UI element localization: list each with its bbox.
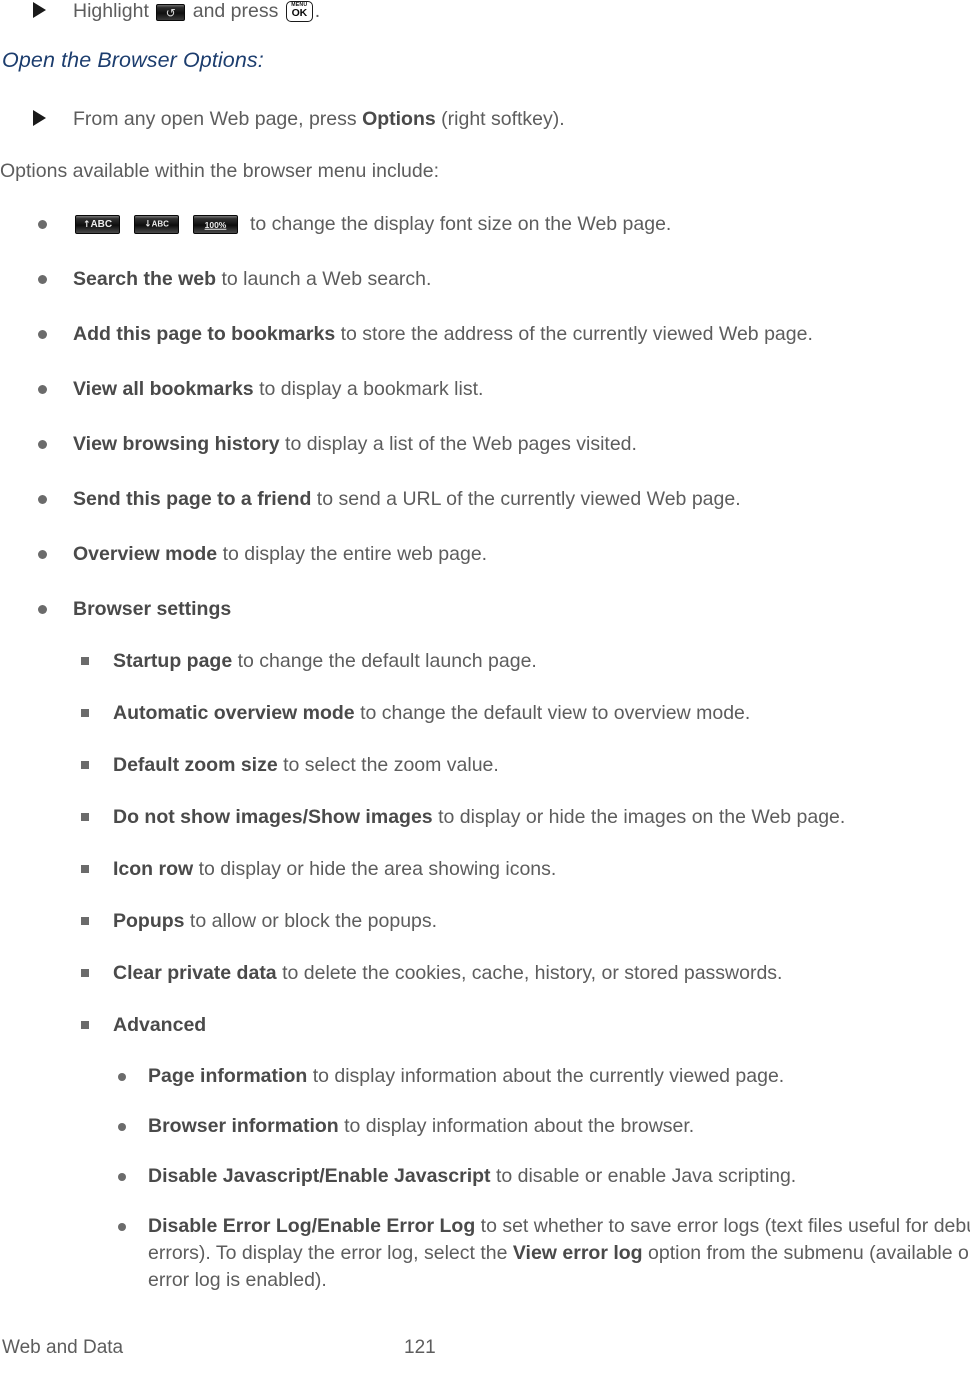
bullet-marker [38, 330, 47, 339]
options-softkey-label: Options [362, 108, 436, 130]
manual-page: Highlight ↺ and press MENU OK . Open the… [0, 0, 970, 1387]
option-description: to store the address of the currently vi… [340, 323, 813, 345]
advanced-label: Disable Javascript/Enable Javascript [148, 1165, 491, 1187]
footer-page-number: 121 [404, 1337, 436, 1358]
setting-label: Clear private data [113, 962, 277, 984]
bullet-marker [38, 220, 47, 229]
bullet-marker [38, 385, 47, 394]
setting-label: Popups [113, 910, 185, 932]
setting-label: Automatic overview mode [113, 702, 355, 724]
setting-description: to delete the cookies, cache, history, o… [282, 962, 783, 984]
footer-section-name: Web and Data [2, 1337, 124, 1358]
bullet-marker [118, 1173, 126, 1181]
setting-popups: Popups to allow or block the popups. [0, 908, 970, 936]
advanced-page-information: Page information to display information … [0, 1063, 970, 1091]
advanced-javascript: Disable Javascript/Enable Javascript to … [0, 1163, 970, 1191]
bullet-marker [38, 605, 47, 614]
option-label: Browser settings [73, 598, 232, 620]
setting-clear-private-data: Clear private data to delete the cookies… [0, 960, 970, 988]
bullet-marker [38, 495, 47, 504]
advanced-description: to display information about the browser… [344, 1115, 695, 1137]
advanced-description: to disable or enable Java scripting. [495, 1165, 797, 1187]
option-overview-mode: Overview mode to display the entire web … [0, 541, 970, 569]
menu-ok-key-icon: MENU OK [285, 1, 313, 22]
advanced-label: Browser information [148, 1115, 339, 1137]
square-marker [81, 761, 89, 769]
font-size-increase-icon: ↑ABC [75, 215, 120, 234]
option-label: View browsing history [73, 433, 280, 455]
bullet-marker [38, 440, 47, 449]
advanced-error-log: Disable Error Log/Enable Error Log to se… [0, 1213, 970, 1294]
square-marker [81, 657, 89, 665]
setting-show-images: Do not show images/Show images to displa… [0, 804, 970, 832]
option-add-this-page-to-bookmarks: Add this page to bookmarks to store the … [0, 321, 970, 349]
setting-icon-row: Icon row to display or hide the area sho… [0, 856, 970, 884]
setting-label: Icon row [113, 858, 194, 880]
advanced-browser-information: Browser information to display informati… [0, 1113, 970, 1141]
option-description: to launch a Web search. [221, 268, 432, 290]
setting-description: to change the default view to overview m… [360, 702, 751, 724]
setting-description: to change the default launch page. [237, 650, 537, 672]
setting-description: to select the zoom value. [283, 754, 499, 776]
square-marker [81, 917, 89, 925]
option-view-all-bookmarks: View all bookmarks to display a bookmark… [0, 376, 970, 404]
option-label: View all bookmarks [73, 378, 254, 400]
font-size-reset-icon: 100% [193, 215, 238, 234]
square-marker [81, 969, 89, 977]
setting-description: to display or hide the images on the Web… [438, 806, 846, 828]
step-highlight-and-press: Highlight ↺ and press MENU OK . [0, 0, 970, 26]
option-view-browsing-history: View browsing history to display a list … [0, 431, 970, 459]
advanced-label: Page information [148, 1065, 308, 1087]
option-font-size: ↑ABC ↓ABC 100% to change the display fon… [0, 211, 970, 239]
setting-default-zoom-size: Default zoom size to select the zoom val… [0, 752, 970, 780]
option-font-size-text: to change the display font size on the W… [250, 213, 672, 235]
step-text-suffix: (right softkey). [441, 108, 565, 130]
option-description: to display a bookmark list. [259, 378, 484, 400]
back-softkey-icon: ↺ [156, 4, 186, 21]
step-open-browser-options: From any open Web page, press Options (r… [0, 106, 970, 134]
option-label: Send this page to a friend [73, 488, 312, 510]
option-label: Add this page to bookmarks [73, 323, 336, 345]
section-heading: Open the Browser Options: [2, 48, 264, 72]
square-marker [81, 1021, 89, 1029]
bullet-marker [38, 275, 47, 284]
option-send-this-page-to-a-friend: Send this page to a friend to send a URL… [0, 486, 970, 514]
bullet-marker [118, 1123, 126, 1131]
triangle-marker [33, 2, 46, 18]
view-error-log-label: View error log [512, 1242, 643, 1264]
bullet-marker [118, 1073, 126, 1081]
step-text-middle: and press [192, 0, 279, 22]
bullet-marker [118, 1223, 126, 1231]
option-description: to send a URL of the currently viewed We… [316, 488, 741, 510]
option-label: Overview mode [73, 543, 218, 565]
square-marker [81, 865, 89, 873]
advanced-label: Disable Error Log/Enable Error Log [148, 1215, 476, 1237]
setting-automatic-overview-mode: Automatic overview mode to change the de… [0, 700, 970, 728]
step-text-prefix: From any open Web page, press [73, 108, 357, 130]
setting-label: Default zoom size [113, 754, 278, 776]
square-marker [81, 813, 89, 821]
step-text-suffix: . [314, 0, 321, 22]
triangle-marker [33, 110, 46, 126]
font-size-decrease-icon: ↓ABC [134, 215, 179, 234]
setting-startup-page: Startup page to change the default launc… [0, 648, 970, 676]
page-footer: Web and Data 121 [0, 1337, 970, 1363]
setting-description: to display or hide the area showing icon… [198, 858, 557, 880]
option-browser-settings: Browser settings [0, 596, 970, 624]
option-description: to display the entire web page. [222, 543, 488, 565]
lead-in-paragraph: Options available within the browser men… [0, 160, 439, 182]
step-text-prefix: Highlight [73, 0, 149, 22]
setting-label: Advanced [113, 1014, 207, 1036]
bullet-marker [38, 550, 47, 559]
advanced-description: to display information about the current… [312, 1065, 785, 1087]
setting-advanced: Advanced [0, 1012, 970, 1040]
menu-ok-ok-label: OK [291, 7, 308, 19]
option-label: Search the web [73, 268, 217, 290]
option-search-the-web: Search the web to launch a Web search. [0, 266, 970, 294]
setting-description: to allow or block the popups. [189, 910, 438, 932]
option-description: to display a list of the Web pages visit… [285, 433, 637, 455]
square-marker [81, 709, 89, 717]
setting-label: Do not show images/Show images [113, 806, 433, 828]
setting-label: Startup page [113, 650, 233, 672]
